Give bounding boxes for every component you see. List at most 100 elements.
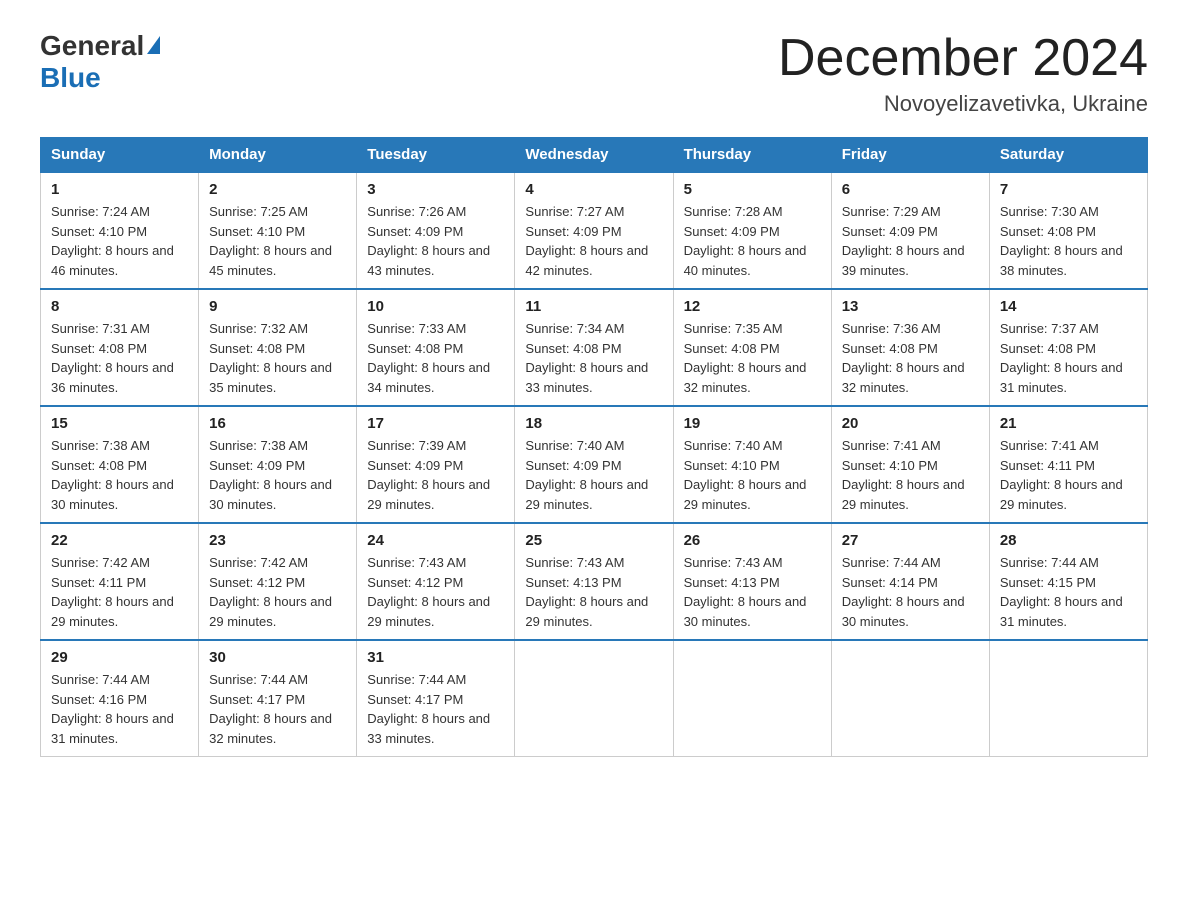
calendar-cell (673, 640, 831, 757)
day-number: 17 (367, 415, 504, 432)
calendar-cell: 26 Sunrise: 7:43 AMSunset: 4:13 PMDayligh… (673, 523, 831, 640)
day-info: Sunrise: 7:30 AMSunset: 4:08 PMDaylight:… (1000, 202, 1137, 280)
day-number: 27 (842, 532, 979, 549)
day-number: 18 (525, 415, 662, 432)
calendar-cell: 31Sunrise: 7:44 AMSunset: 4:17 PMDayligh… (357, 640, 515, 757)
day-info: Sunrise: 7:26 AMSunset: 4:09 PMDaylight:… (367, 202, 504, 280)
day-info: Sunrise: 7:36 AMSunset: 4:08 PMDaylight:… (842, 319, 979, 397)
day-info: Sunrise: 7:44 AMSunset: 4:15 PMDaylight:… (1000, 553, 1137, 631)
calendar-cell: 7Sunrise: 7:30 AMSunset: 4:08 PMDaylight… (989, 172, 1147, 289)
day-info: Sunrise: 7:35 AMSunset: 4:08 PMDaylight:… (684, 319, 821, 397)
day-number: 8 (51, 298, 188, 315)
day-number: 2 (209, 181, 346, 198)
calendar-cell: 17Sunrise: 7:39 AMSunset: 4:09 PMDayligh… (357, 406, 515, 523)
day-info: Sunrise: 7:43 AMSunset: 4:13 PMDaylight:… (684, 553, 821, 631)
weekday-header-tuesday: Tuesday (357, 138, 515, 173)
day-info: Sunrise: 7:34 AMSunset: 4:08 PMDaylight:… (525, 319, 662, 397)
calendar-cell: 19Sunrise: 7:40 AMSunset: 4:10 PMDayligh… (673, 406, 831, 523)
day-number: 14 (1000, 298, 1137, 315)
calendar-cell: 22Sunrise: 7:42 AMSunset: 4:11 PMDayligh… (41, 523, 199, 640)
calendar-cell: 28Sunrise: 7:44 AMSunset: 4:15 PMDayligh… (989, 523, 1147, 640)
day-info: Sunrise: 7:44 AMSunset: 4:14 PMDaylight:… (842, 553, 979, 631)
day-info: Sunrise: 7:31 AMSunset: 4:08 PMDaylight:… (51, 319, 188, 397)
day-info: Sunrise: 7:44 AMSunset: 4:16 PMDaylight:… (51, 670, 188, 748)
calendar-cell: 2 Sunrise: 7:25 AMSunset: 4:10 PMDaylight… (199, 172, 357, 289)
day-info: Sunrise: 7:42 AMSunset: 4:12 PMDaylight:… (209, 553, 346, 631)
logo-line2: Blue (40, 62, 160, 94)
day-number: 13 (842, 298, 979, 315)
day-number: 26 (684, 532, 821, 549)
calendar-cell: 24Sunrise: 7:43 AMSunset: 4:12 PMDayligh… (357, 523, 515, 640)
weekday-header-saturday: Saturday (989, 138, 1147, 173)
day-number: 16 (209, 415, 346, 432)
calendar-cell: 1 Sunrise: 7:24 AMSunset: 4:10 PMDaylight… (41, 172, 199, 289)
calendar-cell: 18 Sunrise: 7:40 AMSunset: 4:09 PMDayligh… (515, 406, 673, 523)
calendar-cell: 3 Sunrise: 7:26 AMSunset: 4:09 PMDaylight… (357, 172, 515, 289)
logo-arrow-icon (147, 36, 160, 54)
weekday-header-wednesday: Wednesday (515, 138, 673, 173)
day-number: 10 (367, 298, 504, 315)
day-info: Sunrise: 7:41 AMSunset: 4:10 PMDaylight:… (842, 436, 979, 514)
calendar-cell: 15 Sunrise: 7:38 AMSunset: 4:08 PMDayligh… (41, 406, 199, 523)
location-title: Novoyelizavetivka, Ukraine (778, 91, 1148, 117)
day-number: 19 (684, 415, 821, 432)
day-info: Sunrise: 7:38 AMSunset: 4:09 PMDaylight:… (209, 436, 346, 514)
day-info: Sunrise: 7:25 AMSunset: 4:10 PMDaylight:… (209, 202, 346, 280)
weekday-header-thursday: Thursday (673, 138, 831, 173)
calendar-cell: 27 Sunrise: 7:44 AMSunset: 4:14 PMDayligh… (831, 523, 989, 640)
day-number: 29 (51, 649, 188, 666)
day-info: Sunrise: 7:44 AMSunset: 4:17 PMDaylight:… (209, 670, 346, 748)
calendar-cell: 11 Sunrise: 7:34 AMSunset: 4:08 PMDayligh… (515, 289, 673, 406)
calendar-cell (515, 640, 673, 757)
day-info: Sunrise: 7:43 AMSunset: 4:12 PMDaylight:… (367, 553, 504, 631)
weekday-header-monday: Monday (199, 138, 357, 173)
logo-line1: General (40, 30, 160, 62)
calendar-week-row: 29 Sunrise: 7:44 AMSunset: 4:16 PMDayligh… (41, 640, 1148, 757)
day-info: Sunrise: 7:38 AMSunset: 4:08 PMDaylight:… (51, 436, 188, 514)
day-number: 9 (209, 298, 346, 315)
calendar-cell: 10 Sunrise: 7:33 AMSunset: 4:08 PMDayligh… (357, 289, 515, 406)
calendar-cell: 23 Sunrise: 7:42 AMSunset: 4:12 PMDayligh… (199, 523, 357, 640)
calendar-week-row: 22Sunrise: 7:42 AMSunset: 4:11 PMDayligh… (41, 523, 1148, 640)
calendar-cell: 6Sunrise: 7:29 AMSunset: 4:09 PMDaylight… (831, 172, 989, 289)
day-info: Sunrise: 7:33 AMSunset: 4:08 PMDaylight:… (367, 319, 504, 397)
calendar-cell: 21Sunrise: 7:41 AMSunset: 4:11 PMDayligh… (989, 406, 1147, 523)
calendar-cell: 9 Sunrise: 7:32 AMSunset: 4:08 PMDaylight… (199, 289, 357, 406)
logo-blue-text: Blue (40, 62, 101, 93)
calendar-cell: 16 Sunrise: 7:38 AMSunset: 4:09 PMDayligh… (199, 406, 357, 523)
calendar-cell: 14Sunrise: 7:37 AMSunset: 4:08 PMDayligh… (989, 289, 1147, 406)
day-number: 23 (209, 532, 346, 549)
calendar-cell: 20Sunrise: 7:41 AMSunset: 4:10 PMDayligh… (831, 406, 989, 523)
day-number: 5 (684, 181, 821, 198)
day-number: 12 (684, 298, 821, 315)
calendar-cell: 5Sunrise: 7:28 AMSunset: 4:09 PMDaylight… (673, 172, 831, 289)
calendar-cell: 8 Sunrise: 7:31 AMSunset: 4:08 PMDaylight… (41, 289, 199, 406)
day-number: 25 (525, 532, 662, 549)
weekday-header-row: SundayMondayTuesdayWednesdayThursdayFrid… (41, 138, 1148, 173)
calendar-cell: 13 Sunrise: 7:36 AMSunset: 4:08 PMDayligh… (831, 289, 989, 406)
page-header: General Blue December 2024 Novoyelizavet… (40, 30, 1148, 117)
day-number: 1 (51, 181, 188, 198)
calendar-cell (989, 640, 1147, 757)
weekday-header-friday: Friday (831, 138, 989, 173)
day-number: 3 (367, 181, 504, 198)
calendar-table: SundayMondayTuesdayWednesdayThursdayFrid… (40, 137, 1148, 757)
logo-general-text: General (40, 30, 144, 62)
calendar-week-row: 15 Sunrise: 7:38 AMSunset: 4:08 PMDayligh… (41, 406, 1148, 523)
day-number: 11 (525, 298, 662, 315)
calendar-cell: 25Sunrise: 7:43 AMSunset: 4:13 PMDayligh… (515, 523, 673, 640)
day-number: 4 (525, 181, 662, 198)
weekday-header-sunday: Sunday (41, 138, 199, 173)
day-number: 15 (51, 415, 188, 432)
day-info: Sunrise: 7:29 AMSunset: 4:09 PMDaylight:… (842, 202, 979, 280)
calendar-cell: 4Sunrise: 7:27 AMSunset: 4:09 PMDaylight… (515, 172, 673, 289)
month-title: December 2024 (778, 30, 1148, 87)
calendar-cell: 30Sunrise: 7:44 AMSunset: 4:17 PMDayligh… (199, 640, 357, 757)
logo: General Blue (40, 30, 160, 94)
calendar-week-row: 1 Sunrise: 7:24 AMSunset: 4:10 PMDaylight… (41, 172, 1148, 289)
day-info: Sunrise: 7:24 AMSunset: 4:10 PMDaylight:… (51, 202, 188, 280)
day-number: 31 (367, 649, 504, 666)
day-number: 22 (51, 532, 188, 549)
day-info: Sunrise: 7:32 AMSunset: 4:08 PMDaylight:… (209, 319, 346, 397)
day-info: Sunrise: 7:40 AMSunset: 4:09 PMDaylight:… (525, 436, 662, 514)
